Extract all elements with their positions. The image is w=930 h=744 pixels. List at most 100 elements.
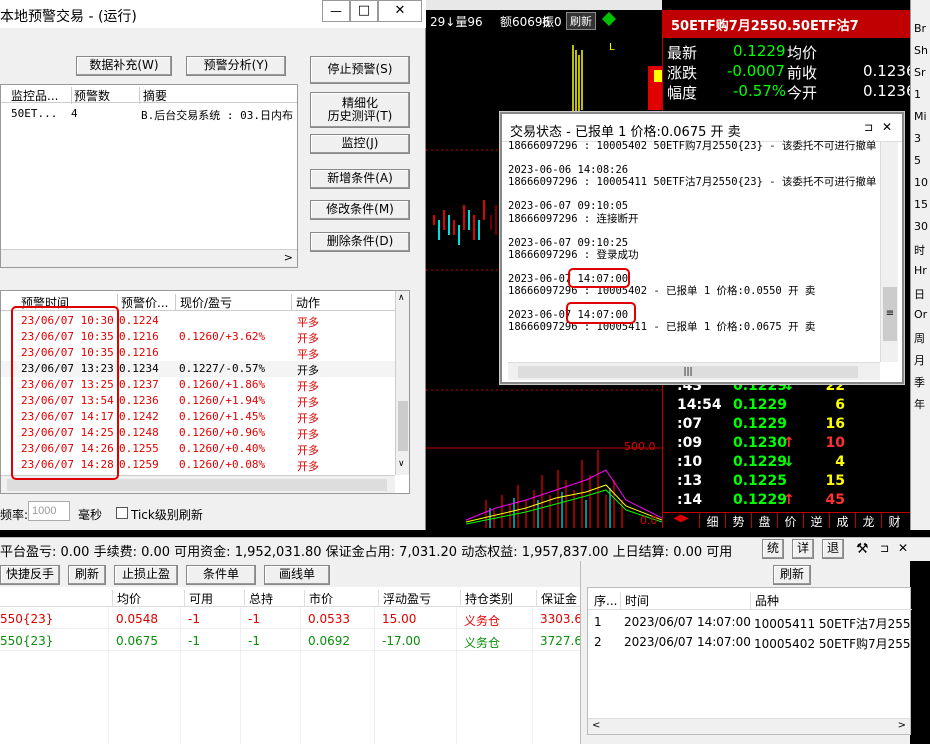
side-menu-item[interactable]: 3 [914,132,930,145]
pin-icon[interactable]: ⊐ [864,121,873,134]
col-header[interactable]: 时间 [620,592,649,609]
order-row[interactable]: 1 2023/06/07 14:07:00 10005411 50ETF沽7月255… [588,612,912,632]
status-hscroll[interactable]: ||| [508,362,880,380]
scroll-thumb[interactable]: ≡ [883,287,897,341]
tab-arrows-icon[interactable]: ◀▶ [663,513,699,528]
positions-refresh-button[interactable]: 刷新 [68,565,106,585]
tick-row: 14:54 0.1229 6 [663,397,911,415]
col-header[interactable]: 序... [594,592,617,609]
alert-pnl: 0.1227/-0.57% [179,362,266,375]
alert-vscroll[interactable]: ∧ ∨ [395,291,409,475]
side-menu-item[interactable]: Mi [914,110,930,123]
orders-hscroll[interactable]: < > [588,718,910,734]
alert-analysis-button[interactable]: 预警分析(Y) [186,56,286,76]
orders-refresh-button[interactable]: 刷新 [773,565,811,585]
status-log-line [508,261,880,273]
freq-input[interactable] [28,501,70,521]
pin-icon[interactable]: ⊐ [880,542,889,555]
tick-volume: 15 [825,473,845,489]
col-header[interactable]: 保证金 [536,590,577,607]
stop-loss-button[interactable]: 止损止盈 [114,565,178,585]
quote-tab[interactable]: 逆 [803,513,829,529]
side-menu-item[interactable]: 15 [914,198,930,211]
condition-order-button[interactable]: 条件单 [186,565,256,585]
close-button[interactable]: ✕ [378,0,422,22]
stats-button[interactable]: 统 [762,539,784,559]
monitor-button[interactable]: 监控(J) [310,134,410,154]
col-header[interactable]: 市价 [304,590,333,607]
col-header[interactable]: 现价/盈亏 [175,294,232,311]
side-menu-item[interactable]: 30 [914,220,930,233]
tick-refresh-checkbox[interactable] [116,507,128,519]
order-row[interactable]: 2 2023/06/07 14:07:00 10005402 50ETF购7月255… [588,632,912,652]
alert-action: 开多 [297,364,319,377]
quote-tab[interactable]: 龙 [855,513,881,529]
edit-condition-button[interactable]: 修改条件(M) [310,200,410,220]
col-header[interactable]: 均价 [112,590,141,607]
quote-tab[interactable]: 细 [699,513,725,529]
quote-tab[interactable]: 盘 [751,513,777,529]
status-log-line: 2023-06-06 14:08:26 [508,164,629,177]
side-menu-item[interactable]: Br [914,22,930,35]
orders-table: 序... 时间 品种 1 2023/06/07 14:07:00 10005411 … [587,587,912,735]
position-row[interactable]: 550{23} 0.0675 -1 -1 0.0692 -17.00 义务仓 3727.60 [0,631,590,651]
scroll-left-icon[interactable]: < [592,720,600,731]
col-header[interactable]: 品种 [750,592,779,609]
exit-button[interactable]: 退 [822,539,844,559]
quote-tab[interactable]: 成 [829,513,855,529]
delete-condition-button[interactable]: 删除条件(D) [310,232,410,252]
position-avg: 0.0548 [116,612,158,626]
add-condition-button[interactable]: 新增条件(A) [310,169,410,189]
side-menu-item[interactable]: Hr [914,264,930,277]
side-menu-item[interactable]: 月 [914,352,930,368]
quote-tab[interactable]: 价 [777,513,803,529]
col-header[interactable]: 浮动盈亏 [378,590,431,607]
status-vscroll[interactable]: ≡ [880,142,898,362]
scroll-down-icon[interactable]: ∨ [398,459,405,469]
side-menu-item[interactable]: Sr [914,66,930,79]
quick-reverse-button[interactable]: 快捷反手 [0,565,60,585]
side-menu-item[interactable]: 季 [914,374,930,390]
scroll-right-icon[interactable]: > [898,720,906,731]
side-menu-item[interactable]: 10 [914,176,930,189]
chart-refresh-button[interactable]: 刷新 [566,12,596,30]
supplement-data-button[interactable]: 数据补充(W) [76,56,172,76]
side-menu-item[interactable]: 日 [914,286,930,302]
col-header[interactable]: 监控品... [11,87,58,104]
close-icon[interactable]: ✕ [898,541,908,555]
col-header[interactable]: 预警价... [117,294,168,311]
chart-volume: 29↓量96 [430,15,483,29]
scroll-up-icon[interactable]: ∧ [398,293,405,303]
col-header[interactable]: 预警数 [71,87,110,104]
side-menu-item[interactable]: 5 [914,154,930,167]
alert-window: 本地预警交易 - (运行) — □ ✕ 数据补充(W) 预警分析(Y) 停止预警… [0,0,426,530]
tools-icon[interactable]: ⚒ [856,541,869,557]
detail-button[interactable]: 详 [792,539,814,559]
hscroll-thumb[interactable] [7,479,387,491]
side-menu-item[interactable]: 年 [914,396,930,412]
col-header[interactable]: 可用 [184,590,213,607]
line-order-button[interactable]: 画线单 [264,565,330,585]
col-header[interactable]: 总持 [244,590,273,607]
side-menu-item[interactable]: 时 [914,242,930,258]
col-header[interactable]: 动作 [291,294,320,311]
scroll-thumb[interactable] [398,401,408,451]
side-menu-item[interactable]: Or [914,308,930,321]
quote-tab[interactable]: 财 [881,513,907,529]
refine-history-button[interactable]: 精细化 历史测评(T) [310,92,410,128]
close-icon[interactable]: ✕ [882,120,892,134]
monitor-row[interactable]: 50ET... 4 B.后台交易系统 : 03.日内布 [1,105,297,123]
hscroll-thumb[interactable]: ||| [518,366,858,378]
col-header[interactable]: 摘要 [139,87,167,104]
col-header[interactable]: 持仓类别 [460,590,513,607]
side-menu-item[interactable]: 1 [914,88,930,101]
side-menu-item[interactable]: 周 [914,330,930,346]
stop-alert-button[interactable]: 停止预警(S) [310,56,410,84]
minimize-button[interactable]: — [322,0,350,22]
scroll-right-icon[interactable]: > [284,251,293,264]
maximize-button[interactable]: □ [350,0,378,22]
side-menu-item[interactable]: Sh [914,44,930,57]
position-row[interactable]: 550{23} 0.0548 -1 -1 0.0533 15.00 义务仓 3303.60 [0,609,590,629]
monitor-hscroll[interactable]: > [1,249,297,267]
quote-tab[interactable]: 势 [725,513,751,529]
